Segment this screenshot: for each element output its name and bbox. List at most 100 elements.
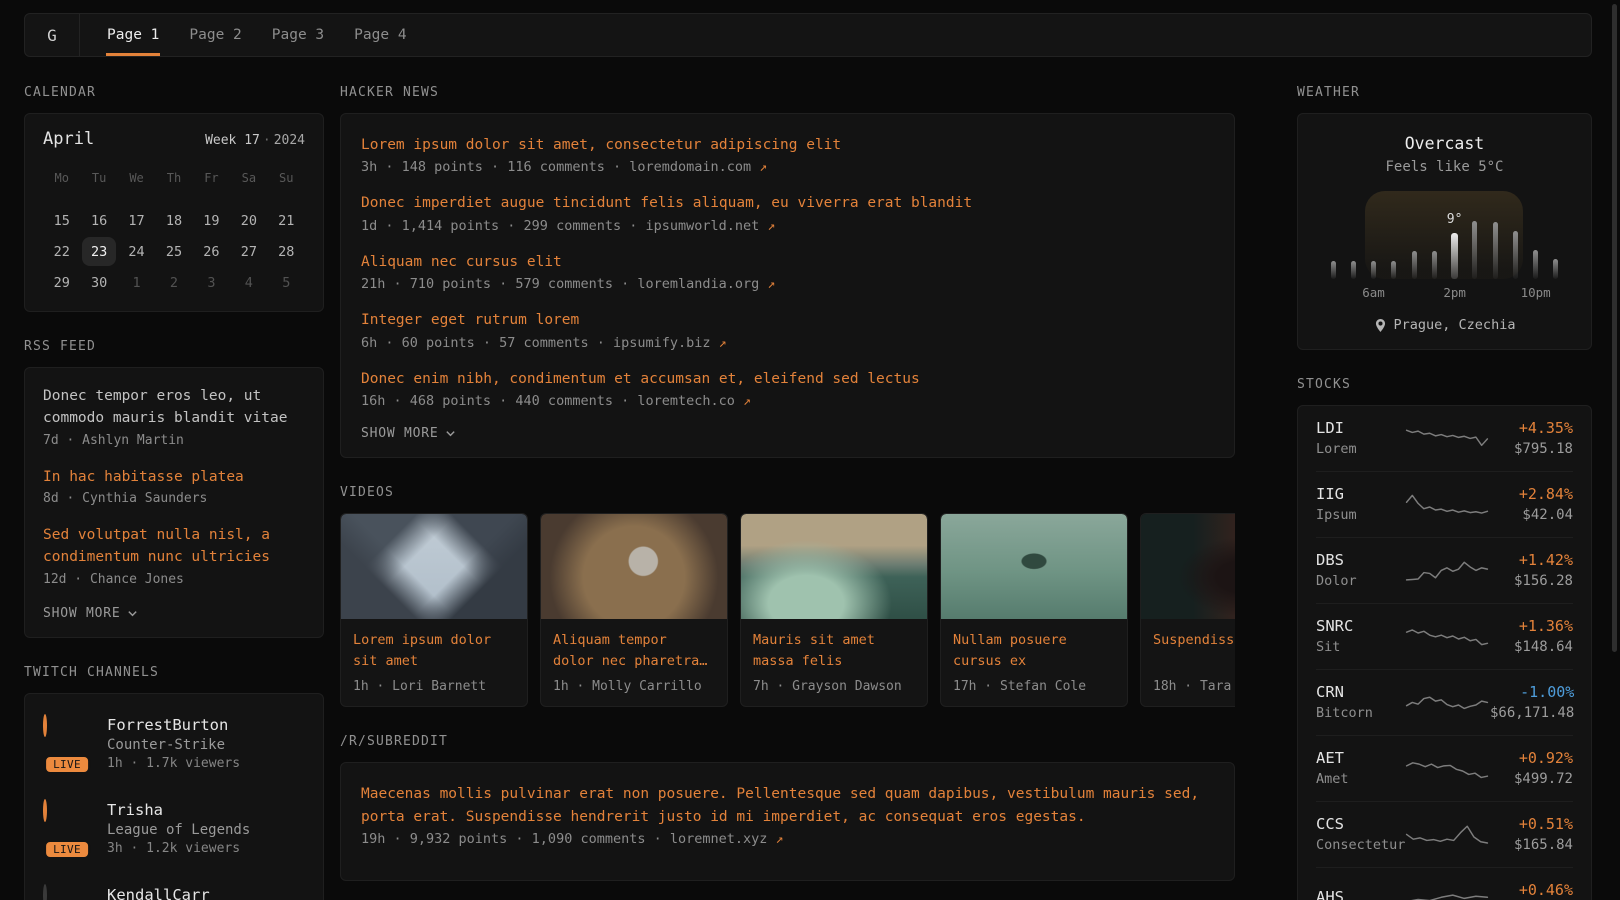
app-logo[interactable]: G (25, 14, 80, 56)
weather-hour-bar (1371, 261, 1376, 279)
channel-name[interactable]: Trisha (107, 801, 250, 819)
story-title[interactable]: Donec enim nibh, condimentum et accumsan… (361, 368, 1214, 390)
stock-row[interactable]: IIG Ipsum +2.84% $42.04 (1316, 472, 1573, 538)
channel-avatar[interactable] (43, 886, 91, 900)
video-card[interactable]: Lorem ipsum dolor sit amet consectetu… 1… (340, 513, 528, 707)
calendar-section-title: CALENDAR (24, 85, 324, 100)
stock-row[interactable]: CCS Consectetur +0.51% $165.84 (1316, 802, 1573, 868)
calendar-weekday: Fr (193, 163, 230, 192)
weather-section-title: WEATHER (1297, 85, 1592, 100)
weather-hour-label: 10pm (1531, 285, 1541, 300)
video-card-row: Lorem ipsum dolor sit amet consectetu… 1… (340, 513, 1235, 707)
story-title[interactable]: Integer eget rutrum lorem (361, 309, 1214, 331)
subreddit-widget: /R/SUBREDDIT Maecenas mollis pulvinar er… (340, 734, 1235, 881)
tab-page-4[interactable]: Page 4 (353, 14, 407, 56)
story-title[interactable]: Donec imperdiet augue tincidunt felis al… (361, 192, 1214, 214)
stock-row[interactable]: AHS +0.46% (1316, 868, 1573, 900)
stock-row[interactable]: AET Amet +0.92% $499.72 (1316, 736, 1573, 802)
twitch-channel-row[interactable]: LIVE ForrestBurton Counter-Strike 1h · 1… (43, 716, 305, 771)
external-link-icon: ↗ (767, 277, 775, 292)
rss-item[interactable]: In hac habitasse platea 8d · Cynthia Sau… (43, 467, 305, 507)
video-title[interactable]: Lorem ipsum dolor sit amet consectetu… (353, 630, 515, 672)
video-title[interactable]: Suspendisse diam (1153, 630, 1235, 672)
stock-symbol: CRN (1316, 683, 1404, 701)
rss-show-more-button[interactable]: SHOW MORE (43, 606, 305, 621)
weather-hour-bar (1412, 251, 1417, 279)
video-thumbnail[interactable] (541, 514, 727, 619)
twitch-channel-row[interactable]: KendallCarr (43, 886, 305, 900)
rss-item-title[interactable]: Donec tempor eros leo, ut commodo mauris… (43, 386, 305, 430)
rss-section-title: RSS FEED (24, 339, 324, 354)
weather-widget: WEATHER Overcast Feels like 5°C 9° 6am2p… (1297, 85, 1592, 350)
video-card[interactable]: Suspendisse diam 18h · Tara (1140, 513, 1235, 707)
video-thumbnail[interactable] (941, 514, 1127, 619)
video-title[interactable]: Mauris sit amet massa felis (753, 630, 915, 672)
calendar-week-year: Week 17·2024 (205, 133, 305, 148)
hacker-news-panel: Lorem ipsum dolor sit amet, consectetur … (340, 113, 1235, 458)
tab-page-1[interactable]: Page 1 (106, 14, 160, 56)
video-thumbnail[interactable] (341, 514, 527, 619)
middle-column: HACKER NEWS Lorem ipsum dolor sit amet, … (340, 85, 1235, 900)
stock-sparkline (1404, 883, 1490, 900)
twitch-channel-row[interactable]: LIVE Trisha League of Legends 3h · 1.2k … (43, 801, 305, 856)
tab-page-2[interactable]: Page 2 (188, 14, 242, 56)
stock-row[interactable]: CRN Bitcorn -1.00% $66,171.48 (1316, 670, 1573, 736)
weather-hour-label: 6am (1369, 285, 1379, 300)
weather-condition: Overcast (1316, 134, 1573, 153)
channel-name[interactable]: KendallCarr (107, 886, 210, 900)
live-badge: LIVE (44, 755, 90, 774)
stock-row[interactable]: LDI Lorem +4.35% $795.18 (1316, 406, 1573, 472)
video-title[interactable]: Aliquam tempor dolor nec pharetra… (553, 630, 715, 672)
calendar-day: 15 (43, 206, 80, 235)
left-column: CALENDAR April Week 17·2024 MoTuWeThFrSa… (24, 85, 324, 900)
stock-price: $499.72 (1490, 771, 1573, 787)
rss-item[interactable]: Sed volutpat nulla nisl, a condimentum n… (43, 525, 305, 587)
calendar-year: 2024 (274, 133, 305, 148)
reddit-post-title[interactable]: Maecenas mollis pulvinar erat non posuer… (361, 783, 1214, 828)
reddit-post[interactable]: Maecenas mollis pulvinar erat non posuer… (361, 783, 1214, 847)
rss-item-title[interactable]: In hac habitasse platea (43, 467, 305, 489)
calendar-day: 18 (155, 206, 192, 235)
calendar-header: April Week 17·2024 (43, 129, 305, 149)
channel-avatar[interactable]: LIVE (43, 801, 91, 849)
video-title[interactable]: Nullam posuere cursus ex (953, 630, 1115, 672)
video-card[interactable]: Nullam posuere cursus ex 17h · Stefan Co… (940, 513, 1128, 707)
tab-page-3[interactable]: Page 3 (271, 14, 325, 56)
top-nav: G Page 1 Page 2 Page 3 Page 4 (24, 13, 1592, 57)
stock-symbol: DBS (1316, 551, 1404, 569)
channel-name[interactable]: ForrestBurton (107, 716, 240, 734)
story-item[interactable]: Donec enim nibh, condimentum et accumsan… (361, 368, 1214, 409)
weather-feels-like: Feels like 5°C (1316, 159, 1573, 175)
calendar-weekday: Sa (230, 163, 267, 192)
rss-item[interactable]: Donec tempor eros leo, ut commodo mauris… (43, 386, 305, 448)
video-card[interactable]: Mauris sit amet massa felis 7h · Grayson… (740, 513, 928, 707)
stock-symbol: AHS (1316, 888, 1404, 900)
stock-symbol: LDI (1316, 419, 1404, 437)
stock-sparkline (1404, 554, 1490, 586)
stock-row[interactable]: DBS Dolor +1.42% $156.28 (1316, 538, 1573, 604)
weather-hour-bar (1472, 221, 1477, 279)
show-more-label: SHOW MORE (43, 606, 120, 621)
rss-item-title[interactable]: Sed volutpat nulla nisl, a condimentum n… (43, 525, 305, 569)
stock-change: +0.51% (1490, 815, 1573, 833)
story-item[interactable]: Donec imperdiet augue tincidunt felis al… (361, 192, 1214, 233)
story-item[interactable]: Integer eget rutrum lorem 6h · 60 points… (361, 309, 1214, 350)
story-title[interactable]: Aliquam nec cursus elit (361, 251, 1214, 273)
external-link-icon: ↗ (759, 160, 767, 175)
hacker-news-show-more-button[interactable]: SHOW MORE (361, 426, 1214, 441)
calendar-day: 28 (268, 237, 305, 266)
channel-avatar[interactable]: LIVE (43, 716, 91, 764)
story-item[interactable]: Aliquam nec cursus elit 21h · 710 points… (361, 251, 1214, 292)
stock-price: $42.04 (1490, 507, 1573, 523)
stock-sparkline (1404, 422, 1490, 454)
video-thumbnail[interactable] (741, 514, 927, 619)
page-scrollbar[interactable] (1612, 4, 1617, 652)
video-meta: 7h · Grayson Dawson (753, 679, 915, 694)
stock-price: $165.84 (1490, 837, 1573, 853)
story-item[interactable]: Lorem ipsum dolor sit amet, consectetur … (361, 134, 1214, 175)
stock-change: +1.42% (1490, 551, 1573, 569)
video-card[interactable]: Aliquam tempor dolor nec pharetra… 1h · … (540, 513, 728, 707)
story-title[interactable]: Lorem ipsum dolor sit amet, consectetur … (361, 134, 1214, 156)
stock-row[interactable]: SNRC Sit +1.36% $148.64 (1316, 604, 1573, 670)
video-thumbnail[interactable] (1141, 514, 1235, 619)
